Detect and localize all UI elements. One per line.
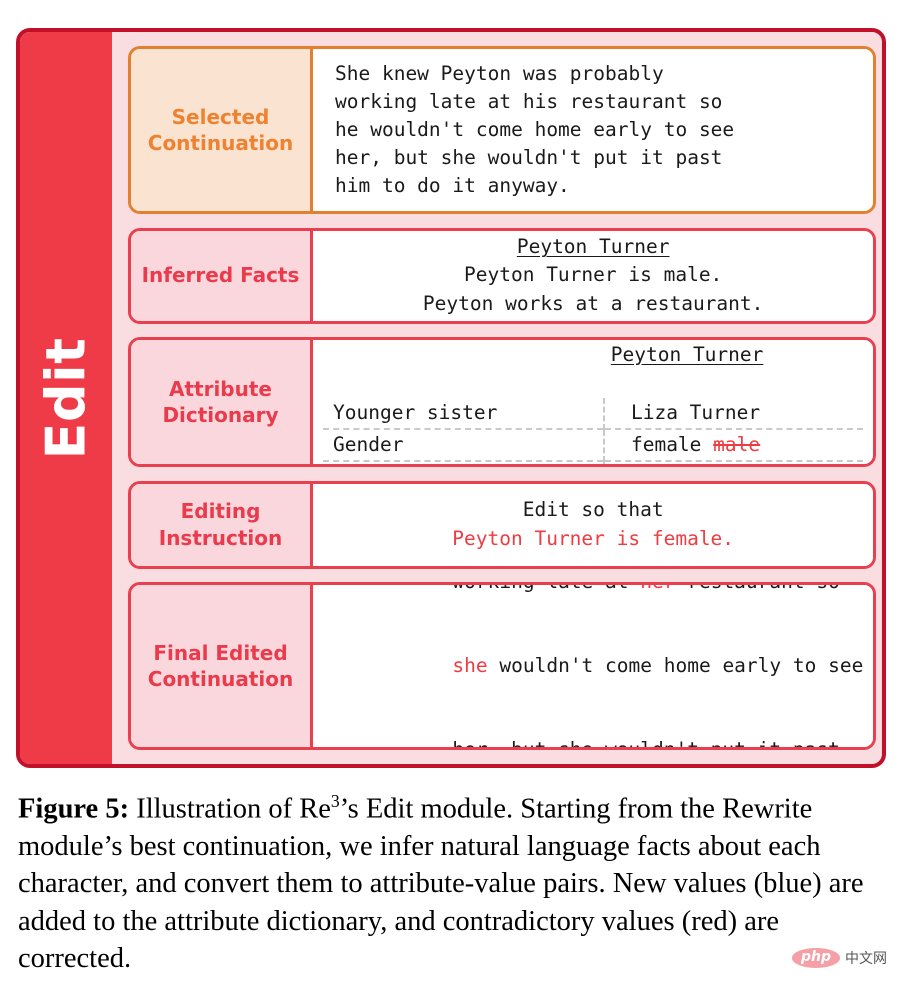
attribute-new-value: female xyxy=(630,433,702,457)
attribute-key: Younger sister xyxy=(323,398,605,430)
continuation-line: him to do it anyway. xyxy=(335,174,570,198)
card-final-edited-continuation: Final Edited Continuation She knew Peyto… xyxy=(128,582,877,750)
final-line: her, but she wouldn't put it past xyxy=(335,708,863,750)
card-editing-instruction: Editing Instruction Edit so that Peyton … xyxy=(128,480,877,569)
card-label-text: Final Edited Continuation xyxy=(147,640,294,691)
card-label-text: Selected Continuation xyxy=(147,104,294,155)
card-attribute-dictionary: Attribute Dictionary Peyton Turner Young… xyxy=(128,337,877,467)
inferred-fact-line: Peyton works at a restaurant. xyxy=(422,291,764,315)
inferred-facts-title: Peyton Turner xyxy=(516,235,670,259)
edit-module-figure: Edit Selected Continuation She knew Peyt… xyxy=(16,28,886,768)
attribute-key: Gender xyxy=(323,428,605,462)
final-seg-highlight: she xyxy=(452,653,488,677)
final-line: she wouldn't come home early to see xyxy=(335,624,863,708)
final-seg: restaurant so xyxy=(675,585,840,593)
attribute-row: Workplace restaurant xyxy=(323,460,864,464)
card-label-text: Editing Instruction xyxy=(158,499,283,550)
card-label-text: Inferred Facts xyxy=(141,263,300,288)
watermark-site-text: 中文网 xyxy=(845,951,888,967)
attribute-value: restaurant xyxy=(603,460,864,464)
card-selected-continuation: Selected Continuation She knew Peyton wa… xyxy=(128,46,877,214)
caption-figure-label: Figure 5: xyxy=(18,793,130,825)
card-label-final-edited-continuation: Final Edited Continuation xyxy=(131,585,313,747)
card-stack: Selected Continuation She knew Peyton wa… xyxy=(112,32,882,764)
card-body-attribute-dictionary: Peyton Turner Younger sister Liza Turner… xyxy=(313,340,874,464)
php-watermark: php 中文网 xyxy=(792,948,887,968)
continuation-line: he wouldn't come home early to see xyxy=(335,117,735,141)
continuation-line: working late at his restaurant so xyxy=(335,89,723,113)
final-seg: her, but she wouldn't put it past xyxy=(452,738,840,750)
card-inferred-facts: Inferred Facts Peyton Turner Peyton Turn… xyxy=(128,227,877,324)
card-label-attribute-dictionary: Attribute Dictionary xyxy=(131,340,313,464)
attribute-row: Gender female male xyxy=(323,428,864,462)
instruction-line-1: Edit so that xyxy=(522,498,664,522)
attribute-dictionary-table: Peyton Turner Younger sister Liza Turner… xyxy=(323,340,864,464)
final-seg-highlight: her xyxy=(640,585,675,593)
card-body-selected-continuation: She knew Peyton was probably working lat… xyxy=(313,49,874,211)
final-line: working late at her restaurant so xyxy=(335,585,863,624)
card-label-text: Attribute Dictionary xyxy=(162,376,279,427)
attribute-table-header-row: Peyton Turner xyxy=(323,340,863,398)
caption-part-1: Illustration of Re xyxy=(129,793,331,825)
attribute-row: Younger sister Liza Turner xyxy=(323,398,863,430)
edit-spine-label: Edit xyxy=(34,337,98,459)
final-seg: working late at xyxy=(452,585,640,593)
php-logo-badge: php xyxy=(792,948,841,968)
card-body-inferred-facts: Peyton Turner Peyton Turner is male. Pey… xyxy=(313,230,874,321)
final-seg: wouldn't come home early to see xyxy=(487,653,864,677)
attribute-table-title: Peyton Turner xyxy=(610,342,764,366)
card-body-editing-instruction: Edit so that Peyton Turner is female. xyxy=(313,483,874,566)
continuation-line: her, but she wouldn't put it past xyxy=(335,146,723,170)
instruction-line-2: Peyton Turner is female. xyxy=(452,526,735,550)
continuation-line: She knew Peyton was probably xyxy=(335,61,664,85)
card-label-selected-continuation: Selected Continuation xyxy=(131,49,313,211)
attribute-value: Liza Turner xyxy=(630,401,761,424)
card-body-final-edited-continuation: She knew Peyton was probably working lat… xyxy=(313,585,874,750)
attribute-key: Workplace xyxy=(323,460,605,464)
caption-superscript: 3 xyxy=(330,791,340,811)
inferred-fact-line: Peyton Turner is male. xyxy=(464,263,723,287)
figure-caption: Figure 5: Illustration of Re3’s Edit mod… xyxy=(18,790,886,978)
card-label-inferred-facts: Inferred Facts xyxy=(131,230,313,321)
attribute-value: female male xyxy=(603,428,864,462)
attribute-old-value-struck: male xyxy=(713,433,761,457)
card-label-editing-instruction: Editing Instruction xyxy=(131,483,313,566)
edit-module-spine: Edit xyxy=(20,32,112,764)
